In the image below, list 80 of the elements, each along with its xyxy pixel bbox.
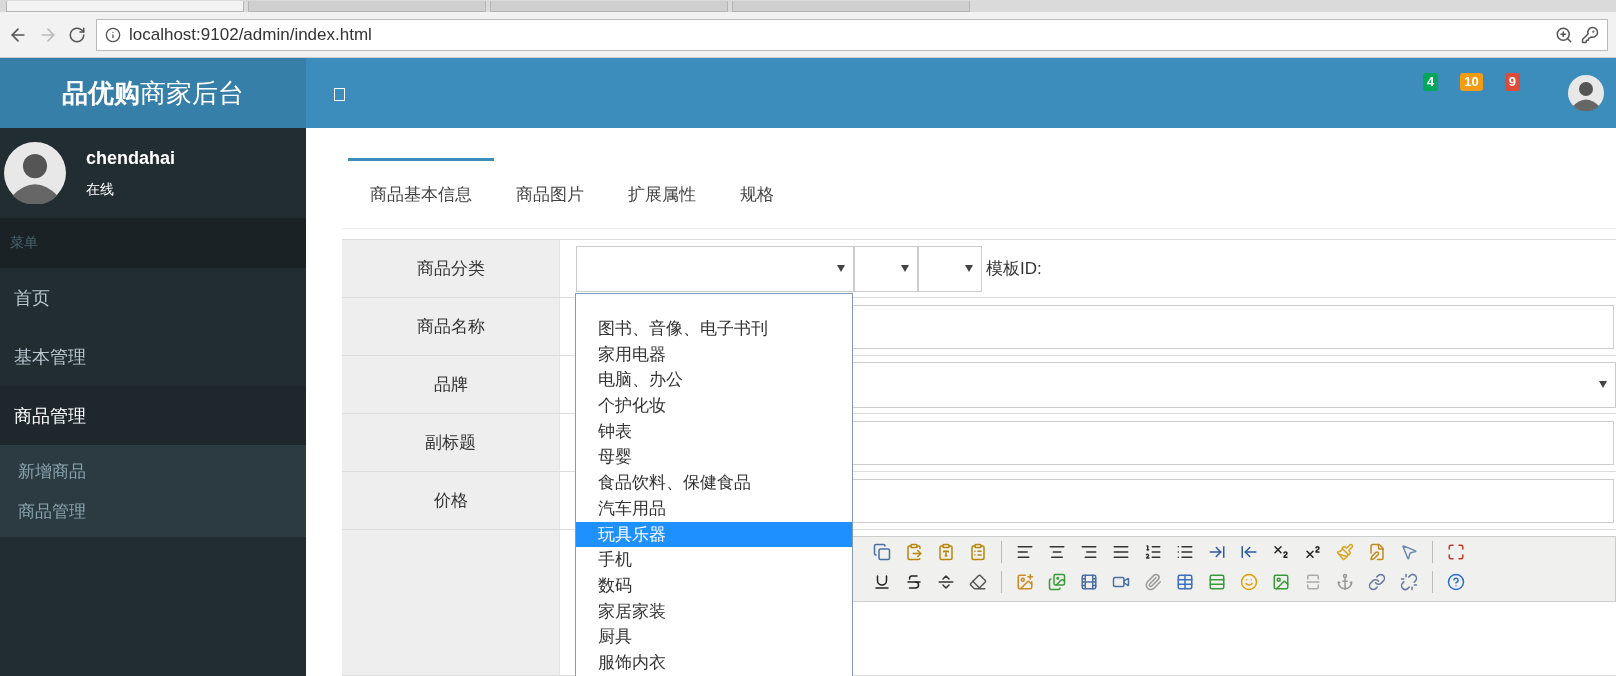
strikethrough-icon[interactable] xyxy=(905,573,923,591)
unlink-icon[interactable] xyxy=(1400,573,1418,591)
dropdown-option[interactable]: 服饰内衣 xyxy=(576,649,852,676)
zoom-icon[interactable] xyxy=(1555,25,1573,44)
paste-icon[interactable] xyxy=(905,543,923,561)
sidebar-item[interactable]: 首页 xyxy=(0,268,306,327)
submenu-item[interactable]: 商品管理 xyxy=(0,491,306,531)
outdent-icon[interactable] xyxy=(1240,543,1258,561)
caret-icon xyxy=(965,265,973,272)
dropdown-option[interactable]: 数码 xyxy=(576,572,852,599)
notification-badge[interactable]: 9 xyxy=(1504,73,1520,91)
help-icon[interactable] xyxy=(1447,573,1465,591)
user-status: 在线 xyxy=(86,180,115,199)
caret-icon xyxy=(1599,381,1607,388)
tab[interactable]: 商品图片 xyxy=(494,158,606,228)
images-icon[interactable] xyxy=(1048,573,1066,591)
dropdown-option[interactable]: 汽车用品 xyxy=(576,495,852,522)
tab[interactable]: 扩展属性 xyxy=(606,158,718,228)
address-bar[interactable]: localhost:9102/admin/index.html xyxy=(96,18,1608,51)
dropdown-option[interactable]: 电脑、办公 xyxy=(576,367,852,394)
brush-icon[interactable] xyxy=(1336,543,1354,561)
flash-icon[interactable] xyxy=(1080,573,1098,591)
dropdown-option[interactable]: 食品饮料、保健食品 xyxy=(576,470,852,496)
field-label: 品牌 xyxy=(342,356,560,413)
indent-icon[interactable] xyxy=(1208,543,1226,561)
avatar xyxy=(1568,75,1604,111)
align-center-icon[interactable] xyxy=(1048,543,1066,561)
attachment-icon[interactable] xyxy=(1144,573,1162,591)
field-label: 价格 xyxy=(342,472,560,529)
dropdown-option[interactable]: 家用电器 xyxy=(576,341,852,368)
template-id-label: 模板ID: xyxy=(986,258,1042,280)
subscript-icon[interactable] xyxy=(1272,543,1290,561)
dropdown-option[interactable]: 钟表 xyxy=(576,418,852,445)
eraser-icon[interactable] xyxy=(969,573,987,591)
horizontal-rule-icon[interactable] xyxy=(937,573,955,591)
edit-icon[interactable] xyxy=(1368,543,1386,561)
sidebar-item[interactable]: 商品管理 xyxy=(0,386,306,445)
sidebar-toggle-icon[interactable] xyxy=(334,88,345,101)
key-icon[interactable] xyxy=(1581,25,1599,44)
dropdown-option[interactable]: 家居家装 xyxy=(576,598,852,625)
info-icon[interactable] xyxy=(105,26,121,43)
tab[interactable]: 规格 xyxy=(718,158,796,228)
paste-word-icon[interactable] xyxy=(969,543,987,561)
logo[interactable]: 品优购商家后台 xyxy=(0,58,306,128)
superscript-icon[interactable] xyxy=(1304,543,1322,561)
table-icon[interactable] xyxy=(1176,573,1194,591)
anchor-icon[interactable] xyxy=(1336,573,1354,591)
avatar xyxy=(4,142,66,204)
sidebar-item[interactable]: 基本管理 xyxy=(0,327,306,386)
dropdown-option[interactable]: 母婴 xyxy=(576,444,852,471)
dropdown-option[interactable]: 个护化妆 xyxy=(576,393,852,419)
pointer-icon[interactable] xyxy=(1400,543,1418,561)
field-label: 副标题 xyxy=(342,414,560,471)
dropdown-option[interactable]: 厨具 xyxy=(576,624,852,650)
bullet-list-icon[interactable] xyxy=(1176,543,1194,561)
caret-icon xyxy=(901,265,909,272)
submenu-item[interactable]: 新增商品 xyxy=(0,451,306,491)
paste-text-icon[interactable] xyxy=(937,543,955,561)
emoji-icon[interactable] xyxy=(1240,573,1258,591)
align-justify-icon[interactable] xyxy=(1112,543,1130,561)
picture-icon[interactable] xyxy=(1272,573,1290,591)
align-left-icon[interactable] xyxy=(1016,543,1034,561)
ordered-list-icon[interactable] xyxy=(1144,543,1162,561)
field-label: 商品名称 xyxy=(342,298,560,355)
dropdown-option[interactable]: 手机 xyxy=(576,547,852,573)
link-icon[interactable] xyxy=(1368,573,1386,591)
user-name: chendahai xyxy=(86,147,176,169)
image-icon[interactable] xyxy=(1016,573,1034,591)
caret-icon xyxy=(837,265,845,272)
align-right-icon[interactable] xyxy=(1080,543,1098,561)
reload-icon[interactable] xyxy=(68,25,86,44)
menu-header: 菜单 xyxy=(0,218,306,268)
fullscreen-icon[interactable] xyxy=(1447,543,1465,561)
field-label: 商品分类 xyxy=(342,240,560,297)
copy-icon[interactable] xyxy=(873,543,891,561)
url-text: localhost:9102/admin/index.html xyxy=(129,24,372,45)
page-break-icon[interactable] xyxy=(1304,573,1322,591)
underline-icon[interactable] xyxy=(873,573,891,591)
insert-row-icon[interactable] xyxy=(1208,573,1226,591)
dropdown-option[interactable]: 图书、音像、电子书刊 xyxy=(576,316,852,342)
